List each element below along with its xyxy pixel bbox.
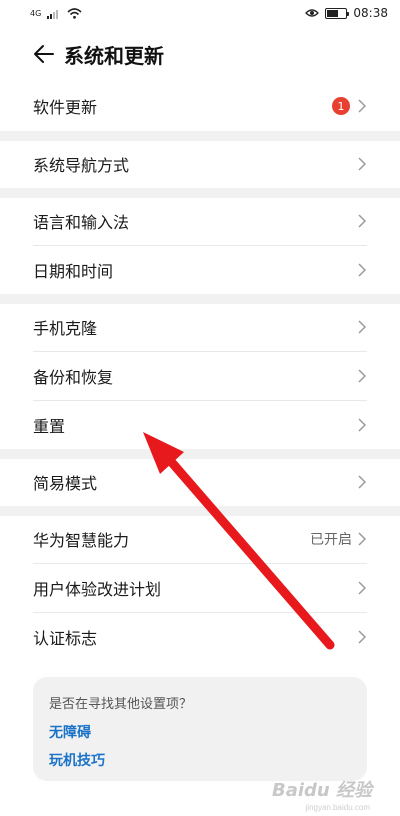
menu-item-label: 认证标志 <box>33 629 98 648</box>
menu-item-reset[interactable]: 重置 <box>0 401 400 449</box>
menu-item-phone-clone[interactable]: 手机克隆 <box>0 303 400 351</box>
menu-item-label: 简易模式 <box>33 474 98 493</box>
menu-item-language-input[interactable]: 语言和输入法 <box>0 197 400 245</box>
header: 系统和更新 <box>0 26 400 82</box>
arrow-left-icon <box>34 45 54 63</box>
menu-item-backup-restore[interactable]: 备份和恢复 <box>0 352 400 400</box>
menu-item-huawei-ai[interactable]: 华为智慧能力 已开启 <box>0 515 400 563</box>
chevron-right-icon <box>358 99 366 113</box>
signal-icon <box>47 9 59 19</box>
status-time: 08:38 <box>353 6 388 20</box>
chevron-right-icon <box>358 475 366 489</box>
menu-item-label: 系统导航方式 <box>33 156 130 175</box>
chevron-right-icon <box>358 418 366 432</box>
menu-item-certification[interactable]: 认证标志 <box>0 613 400 661</box>
suggestion-question: 是否在寻找其他设置项？ <box>49 697 193 712</box>
chevron-right-icon <box>358 263 366 277</box>
battery-icon <box>325 7 350 19</box>
update-count-badge: 1 <box>332 97 350 115</box>
menu-item-label: 用户体验改进计划 <box>33 580 162 599</box>
chevron-right-icon <box>358 157 366 171</box>
suggestion-card: 是否在寻找其他设置项？ 无障碍 玩机技巧 <box>33 677 367 781</box>
status-bar: 4G 08:38 <box>0 0 400 26</box>
menu-item-label: 语言和输入法 <box>33 213 130 232</box>
menu-item-label: 软件更新 <box>33 98 98 117</box>
menu-item-software-update[interactable]: 软件更新 1 <box>0 82 400 130</box>
menu-item-label: 重置 <box>33 417 66 436</box>
tips-link[interactable]: 玩机技巧 <box>49 750 351 770</box>
menu-item-label: 日期和时间 <box>33 262 114 281</box>
eye-comfort-icon <box>305 9 320 17</box>
huawei-ai-status: 已开启 <box>310 532 352 548</box>
baidu-watermark-logo: Baidu 经验 <box>271 780 372 801</box>
menu-item-label: 华为智慧能力 <box>33 531 130 550</box>
menu-item-label: 备份和恢复 <box>33 368 114 387</box>
chevron-right-icon <box>358 369 366 383</box>
wifi-icon <box>67 7 82 19</box>
page-title: 系统和更新 <box>64 43 164 68</box>
menu-item-user-experience[interactable]: 用户体验改进计划 <box>0 564 400 612</box>
menu-item-simple-mode[interactable]: 简易模式 <box>0 458 400 506</box>
watermark-url: jingyan.baidu.com <box>305 803 370 812</box>
chevron-right-icon <box>358 214 366 228</box>
menu-item-date-time[interactable]: 日期和时间 <box>0 246 400 294</box>
chevron-right-icon <box>358 532 366 546</box>
accessibility-link[interactable]: 无障碍 <box>49 722 351 742</box>
chevron-right-icon <box>358 630 366 644</box>
chevron-right-icon <box>358 581 366 595</box>
menu-item-label: 手机克隆 <box>33 319 98 338</box>
status-right: 08:38 <box>305 6 388 20</box>
network-type-label: 4G <box>30 8 42 18</box>
menu-item-system-navigation[interactable]: 系统导航方式 <box>0 140 400 188</box>
status-left: 4G <box>30 7 82 19</box>
back-button[interactable] <box>0 26 60 82</box>
chevron-right-icon <box>358 320 366 334</box>
